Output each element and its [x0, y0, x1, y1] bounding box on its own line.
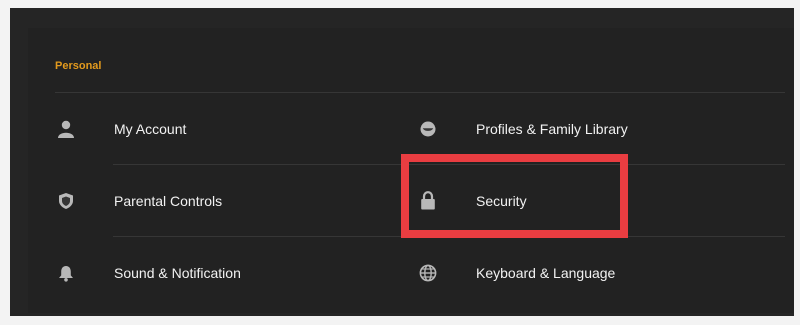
smiley-face-icon — [418, 119, 438, 139]
settings-item-label: Profiles & Family Library — [476, 121, 628, 137]
divider — [55, 92, 785, 93]
settings-item-profiles-family-library[interactable]: Profiles & Family Library — [418, 103, 778, 155]
settings-item-label: My Account — [114, 121, 187, 137]
settings-item-label: Keyboard & Language — [476, 265, 616, 281]
settings-item-sound-notification[interactable]: Sound & Notification — [56, 247, 386, 299]
security-highlight-box — [401, 154, 628, 238]
settings-item-my-account[interactable]: My Account — [56, 103, 386, 155]
section-title: Personal — [55, 60, 102, 72]
settings-item-parental-controls[interactable]: Parental Controls — [56, 175, 386, 227]
shield-icon — [56, 191, 76, 211]
settings-item-label: Parental Controls — [114, 193, 223, 209]
person-icon — [56, 119, 76, 139]
settings-item-keyboard-language[interactable]: Keyboard & Language — [418, 247, 778, 299]
globe-icon — [418, 263, 438, 283]
settings-item-label: Sound & Notification — [114, 265, 241, 281]
bell-icon — [56, 263, 76, 283]
